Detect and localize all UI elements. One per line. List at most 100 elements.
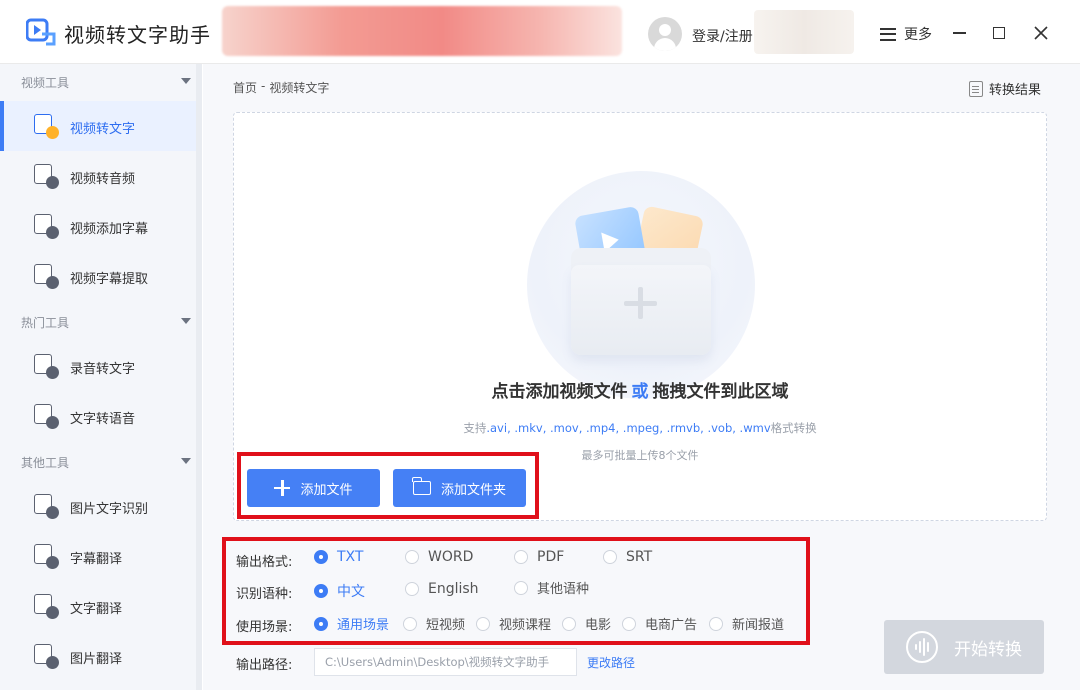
language-label: 识别语种: [236, 587, 293, 602]
radio-format-txt[interactable]: TXT [314, 549, 363, 565]
radio-dot [622, 616, 636, 631]
chevron-down-icon [181, 458, 191, 464]
radio-scene-short-video[interactable]: 短视频 [403, 614, 465, 633]
breadcrumb-separator: - [261, 79, 266, 93]
output-format-row: 输出格式: TXT WORD PDF SRT [236, 549, 796, 571]
sidebar-item-extract-subtitles[interactable]: 视频字幕提取 [0, 251, 196, 301]
section-header-hot-tools[interactable]: 热门工具 [0, 304, 202, 340]
minimize-button[interactable] [944, 18, 974, 48]
hamburger-icon [880, 27, 896, 41]
change-path-link[interactable]: 更改路径 [587, 654, 635, 671]
radio-scene-movie[interactable]: 电影 [562, 614, 611, 633]
promo-banner[interactable] [222, 6, 622, 56]
login-register-link[interactable]: 登录/注册 [692, 26, 753, 46]
sidebar-item-subtitle-translate[interactable]: 字幕翻译 [0, 531, 196, 581]
radio-scene-ecommerce-ad[interactable]: 电商广告 [622, 614, 697, 633]
close-button[interactable] [1026, 18, 1056, 48]
section-header-video-tools[interactable]: 视频工具 [0, 64, 202, 100]
radio-dot [514, 550, 528, 564]
membership-badge[interactable] [754, 10, 854, 54]
main-panel: 首页 - 视频转文字 转换结果 点击添加视频文件或拖拽文件到此区域 支持.avi… [203, 64, 1080, 690]
translate-icon [33, 593, 59, 619]
radio-scene-course[interactable]: 视频课程 [476, 614, 551, 633]
radio-label: English [428, 581, 479, 597]
format-list: .avi, .mkv, .mov, .mp4, .mpeg, .rmvb, .v… [486, 421, 771, 435]
sidebar-item-video-to-text[interactable]: 视频转文字 [0, 101, 196, 151]
sidebar-item-text-translate[interactable]: 文字翻译 [0, 581, 196, 631]
sidebar-item-label: 字幕翻译 [70, 552, 123, 567]
sidebar-item-video-to-audio[interactable]: 视频转音频 [0, 151, 196, 201]
video-text-icon [33, 113, 59, 139]
more-menu-button[interactable]: 更多 [880, 24, 932, 44]
audio-wave-icon [906, 631, 938, 663]
radio-dot [514, 580, 528, 595]
minimize-icon [952, 32, 966, 34]
radio-format-pdf[interactable]: PDF [514, 549, 564, 565]
support-suffix: 格式转换 [770, 421, 817, 435]
support-prefix: 支持 [463, 421, 487, 435]
image-translate-icon [33, 643, 59, 669]
user-avatar-icon[interactable] [648, 17, 682, 51]
scene-label: 使用场景: [236, 620, 293, 635]
radio-label: 中文 [337, 584, 365, 600]
sidebar-item-label: 录音转文字 [70, 362, 136, 377]
radio-dot [405, 582, 419, 596]
radio-label: SRT [626, 549, 653, 565]
breadcrumb-home[interactable]: 首页 [233, 79, 257, 96]
radio-scene-general[interactable]: 通用场景 [314, 614, 389, 633]
sidebar-item-label: 图片文字识别 [70, 502, 149, 517]
radio-format-srt[interactable]: SRT [603, 549, 652, 565]
radio-dot [314, 584, 328, 598]
add-file-label: 添加文件 [300, 482, 353, 498]
conversion-results-link[interactable]: 转换结果 [969, 79, 1041, 98]
section-title: 视频工具 [21, 76, 70, 90]
sidebar-item-label: 视频添加字幕 [70, 222, 149, 237]
text-speech-icon [33, 403, 59, 429]
sidebar-item-add-subtitles[interactable]: 视频添加字幕 [0, 201, 196, 251]
plus-icon [274, 480, 291, 496]
radio-scene-news[interactable]: 新闻报道 [709, 614, 784, 633]
chevron-down-icon [181, 78, 191, 84]
close-icon [1034, 26, 1048, 40]
start-conversion-button[interactable]: 开始转换 [884, 620, 1044, 674]
maximize-button[interactable] [984, 18, 1014, 48]
radio-label: 其他语种 [537, 582, 590, 597]
output-path-input[interactable] [314, 648, 577, 676]
subtitle-extract-icon [33, 263, 59, 289]
sidebar-item-image-translate[interactable]: 图片翻译 [0, 631, 196, 681]
add-folder-button[interactable]: 添加文件夹 [393, 469, 526, 507]
radio-dot [562, 616, 576, 631]
sidebar-scrollbar[interactable] [196, 64, 202, 690]
radio-lang-english[interactable]: English [405, 581, 479, 597]
headline-text: 点击添加视频文件 [491, 382, 628, 402]
section-title: 其他工具 [21, 456, 70, 470]
radio-label: WORD [428, 549, 474, 565]
headline-or: 或 [631, 382, 649, 402]
radio-label: 视频课程 [499, 618, 552, 633]
radio-label: 电影 [585, 618, 612, 633]
tv-subtitle-icon [33, 213, 59, 239]
add-file-button[interactable]: 添加文件 [247, 469, 380, 507]
app-logo-icon [25, 18, 56, 46]
app-title: 视频转文字助手 [64, 23, 211, 47]
radio-lang-other[interactable]: 其他语种 [514, 578, 589, 597]
sidebar-item-recording-to-text[interactable]: 录音转文字 [0, 341, 196, 391]
section-header-other-tools[interactable]: 其他工具 [0, 444, 202, 480]
radio-label: 新闻报道 [732, 618, 785, 633]
file-drop-zone[interactable]: 点击添加视频文件或拖拽文件到此区域 支持.avi, .mkv, .mov, .m… [233, 112, 1047, 521]
supported-formats: 支持.avi, .mkv, .mov, .mp4, .mpeg, .rmvb, … [234, 420, 1046, 436]
radio-dot [314, 616, 328, 631]
radio-dot [314, 550, 328, 564]
breadcrumb-current: 视频转文字 [269, 81, 330, 95]
sidebar-item-image-ocr[interactable]: 图片文字识别 [0, 481, 196, 531]
microphone-icon [33, 353, 59, 379]
radio-lang-chinese[interactable]: 中文 [314, 581, 365, 601]
sidebar: 视频工具 视频转文字 视频转音频 视频添加字幕 视频字幕提取 热门工具 录音转文… [0, 64, 202, 690]
chevron-down-icon [181, 318, 191, 324]
folder-icon [412, 477, 431, 495]
headline-text: 拖拽文件到此区域 [652, 382, 789, 402]
sidebar-item-label: 图片翻译 [70, 652, 123, 667]
sidebar-item-text-to-speech[interactable]: 文字转语音 [0, 391, 196, 441]
radio-dot [476, 616, 490, 631]
radio-format-word[interactable]: WORD [405, 549, 473, 565]
